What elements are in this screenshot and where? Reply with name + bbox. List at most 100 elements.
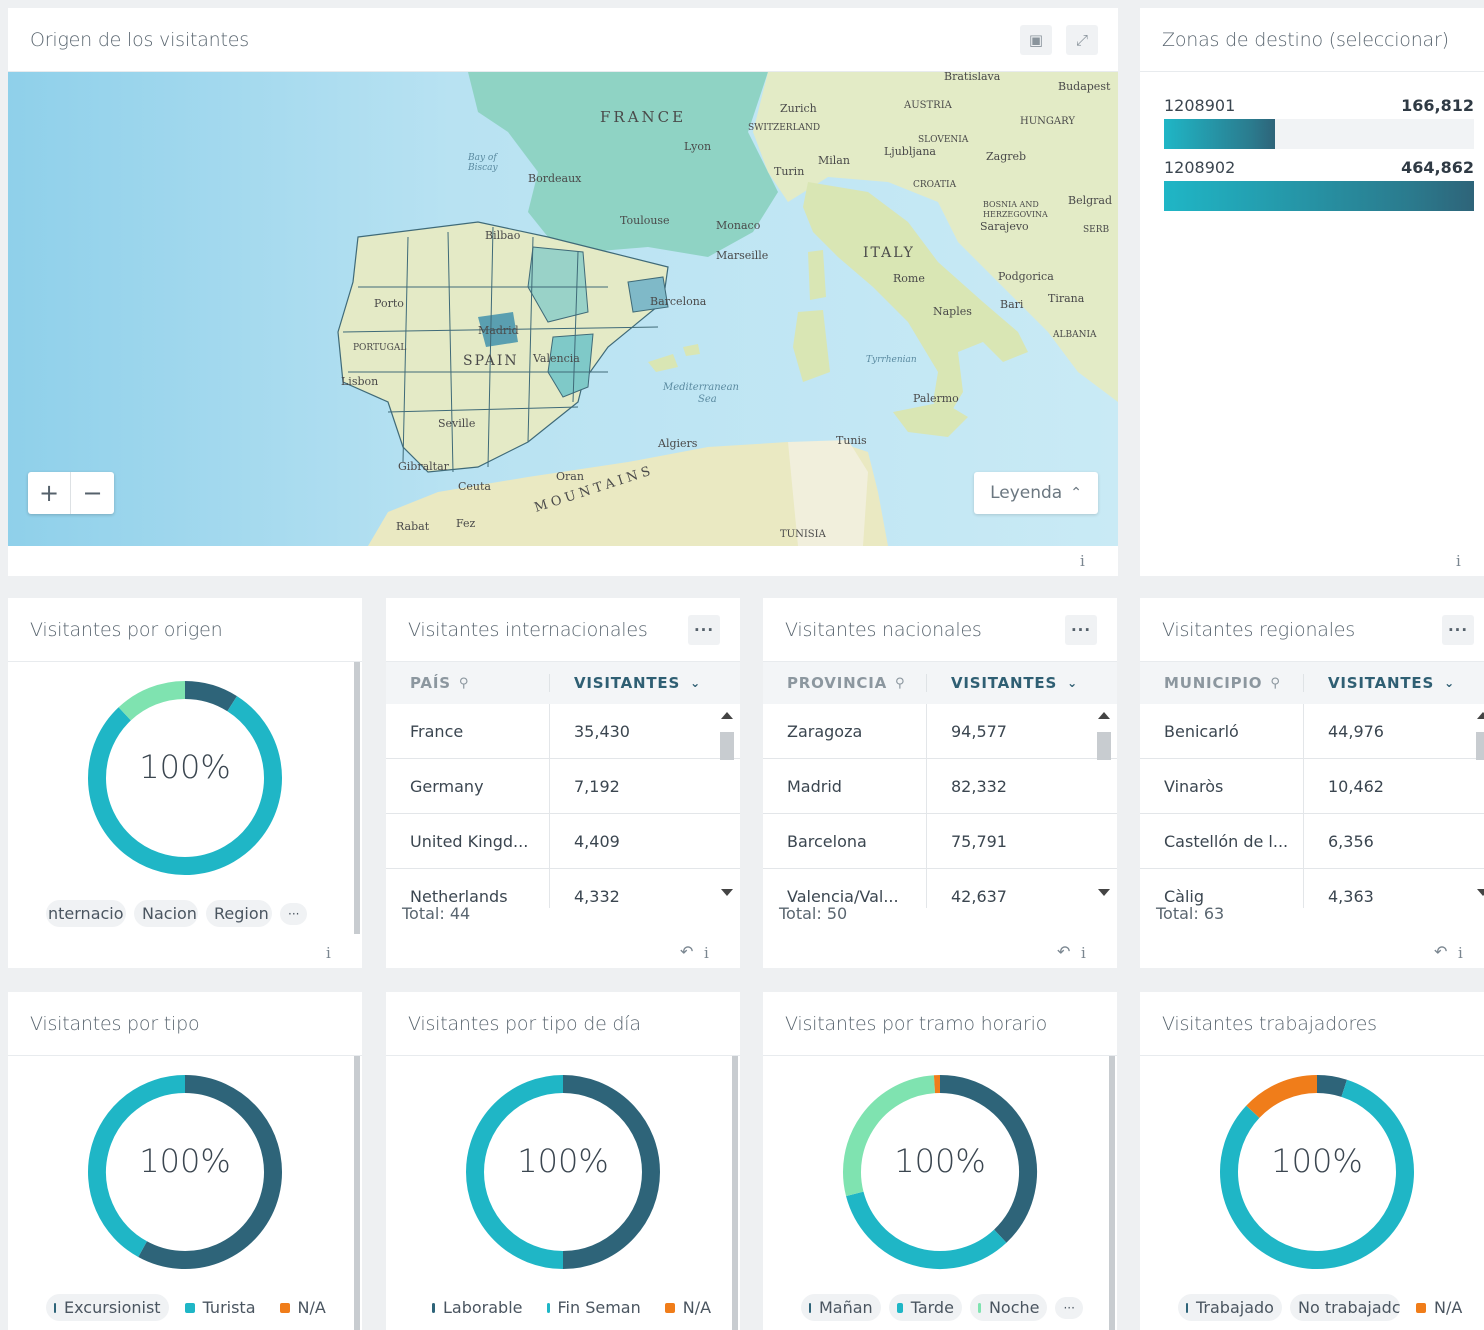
search-icon[interactable]: ⚲ — [459, 676, 469, 691]
table-row[interactable]: France 35,430 — [386, 704, 740, 759]
table-row[interactable]: Càlig 4,363 — [1140, 869, 1484, 908]
more-options-button[interactable]: ··· — [688, 615, 720, 645]
undo-icon[interactable]: ↶ — [680, 942, 693, 961]
label-switzerland: SWITZERLAND — [748, 123, 820, 133]
more-options-button[interactable]: ··· — [1442, 615, 1474, 645]
cell-country: United Kingd... — [386, 814, 550, 868]
scroll-down-arrow[interactable] — [1098, 889, 1110, 896]
legend-item[interactable]: Tarde — [888, 1294, 962, 1321]
label-france: FRANCE — [600, 108, 686, 126]
legend-item[interactable]: Excursionist — [46, 1294, 169, 1321]
international-card-title: Visitantes internacionales — [408, 618, 648, 641]
column-header-country[interactable]: PAÍS ⚲ — [386, 674, 550, 692]
origin-card: Visitantes por origen 100% nternacio Nac… — [8, 598, 362, 968]
label-ceuta: Ceuta — [458, 480, 491, 493]
table-row[interactable]: Germany 7,192 — [386, 759, 740, 814]
legend-item[interactable]: Turista — [177, 1294, 264, 1321]
zoom-out-button[interactable]: − — [71, 472, 114, 514]
legend-item[interactable]: Noche — [969, 1294, 1048, 1321]
legend-item[interactable]: Trabajado — [1178, 1294, 1282, 1321]
scroll-up-arrow[interactable] — [1477, 712, 1484, 719]
legend-item-label: Trabajado — [1196, 1298, 1274, 1317]
zoom-in-button[interactable]: + — [28, 472, 71, 514]
table-row[interactable]: Madrid 82,332 — [763, 759, 1117, 814]
table-row[interactable]: Netherlands 4,332 — [386, 869, 740, 908]
sort-icon[interactable]: ⌄ — [690, 676, 701, 690]
sort-icon[interactable]: ⌄ — [1444, 676, 1455, 690]
search-icon[interactable]: ⚲ — [1270, 676, 1280, 691]
legend-item[interactable]: No trabajadc — [1289, 1294, 1400, 1321]
expand-icon[interactable]: ⤢ — [1066, 25, 1098, 55]
legend-item[interactable]: Fin Seman — [539, 1294, 649, 1321]
legend-item[interactable]: N/A — [657, 1294, 719, 1321]
scroll-down-arrow[interactable] — [721, 889, 733, 896]
scroll-up-arrow[interactable] — [721, 712, 733, 719]
zones-card-header: Zonas de destino (seleccionar) — [1140, 8, 1484, 72]
scroll-thumb[interactable] — [720, 732, 734, 760]
table-row[interactable]: United Kingd... 4,409 — [386, 814, 740, 869]
undo-icon[interactable]: ↶ — [1434, 942, 1447, 961]
legend-item[interactable]: nternacio — [46, 900, 126, 927]
scrollbar[interactable] — [354, 1056, 360, 1330]
info-icon[interactable]: i — [326, 944, 331, 962]
donut-segment[interactable] — [846, 1191, 1007, 1269]
donut-segment[interactable] — [1316, 1075, 1347, 1097]
table-scrollbar[interactable] — [1095, 708, 1113, 904]
legend-more-button[interactable]: ··· — [1055, 1296, 1083, 1319]
column-header-municipality[interactable]: MUNICIPIO ⚲ — [1140, 674, 1304, 692]
search-icon[interactable]: ⚲ — [895, 676, 905, 691]
info-icon[interactable]: i — [1081, 944, 1086, 962]
info-icon[interactable]: i — [1080, 552, 1085, 570]
data-table: PAÍS ⚲ VISITANTES ⌄ France 35,430 Germany 7,… — [386, 662, 740, 908]
table-row[interactable]: Valencia/Val... 42,637 — [763, 869, 1117, 908]
legend-item-label: No trabajadc — [1297, 1298, 1400, 1317]
column-header-visitors[interactable]: VISITANTES ⌄ — [927, 674, 1078, 692]
label-tunisia: TUNISIA — [780, 529, 827, 540]
donut-segment[interactable] — [184, 681, 237, 712]
donut-segment[interactable] — [118, 681, 186, 721]
donut-segment[interactable] — [1246, 1075, 1318, 1119]
legend-item[interactable]: N/A — [272, 1294, 334, 1321]
legend-item[interactable]: Laborable — [424, 1294, 531, 1321]
label-serbia: SERB — [1083, 225, 1110, 235]
timeslot-card-header: Visitantes por tramo horario — [763, 992, 1117, 1056]
label-rome: Rome — [893, 272, 925, 285]
table-row[interactable]: Vinaròs 10,462 — [1140, 759, 1484, 814]
table-scrollbar[interactable] — [1474, 708, 1484, 904]
legend-item[interactable]: Mañan — [801, 1294, 881, 1321]
map-view[interactable]: FRANCE SPAIN ITALY PORTUGAL AUSTRIA HUNG… — [8, 72, 1118, 546]
legend-item[interactable]: N/A — [1408, 1294, 1470, 1321]
column-header-visitors[interactable]: VISITANTES ⌄ — [550, 674, 701, 692]
image-export-icon[interactable]: ▣ — [1020, 25, 1052, 55]
legend-button[interactable]: Leyenda ⌃ — [974, 472, 1098, 514]
scrollbar[interactable] — [732, 1056, 738, 1330]
zone-row[interactable]: 1208901 166,812 — [1164, 96, 1474, 149]
column-header-visitors[interactable]: VISITANTES ⌄ — [1304, 674, 1455, 692]
label-albania: ALBANIA — [1052, 330, 1097, 340]
legend-item[interactable]: Region — [206, 900, 272, 927]
table-row[interactable]: Zaragoza 94,577 — [763, 704, 1117, 759]
info-icon[interactable]: i — [704, 944, 709, 962]
table-row[interactable]: Benicarló 44,976 — [1140, 704, 1484, 759]
info-icon[interactable]: i — [1456, 552, 1461, 570]
zone-row[interactable]: 1208902 464,862 — [1164, 158, 1474, 211]
scrollbar[interactable] — [1109, 1056, 1115, 1330]
scrollbar[interactable] — [354, 662, 360, 934]
scroll-thumb[interactable] — [1097, 732, 1111, 760]
scroll-thumb[interactable] — [1476, 732, 1484, 760]
undo-icon[interactable]: ↶ — [1057, 942, 1070, 961]
legend-more-button[interactable]: ··· — [280, 902, 308, 925]
cell-province: Barcelona — [763, 814, 927, 868]
column-header-province[interactable]: PROVINCIA ⚲ — [763, 674, 927, 692]
legend-item[interactable]: Nacion — [134, 900, 198, 927]
scroll-up-arrow[interactable] — [1098, 712, 1110, 719]
table-scrollbar[interactable] — [718, 708, 736, 904]
legend-swatch — [1186, 1302, 1188, 1313]
more-options-button[interactable]: ··· — [1065, 615, 1097, 645]
table-row[interactable]: Barcelona 75,791 — [763, 814, 1117, 869]
info-icon[interactable]: i — [1458, 944, 1463, 962]
table-row[interactable]: Castellón de l... 6,356 — [1140, 814, 1484, 869]
scroll-down-arrow[interactable] — [1477, 889, 1484, 896]
sort-icon[interactable]: ⌄ — [1067, 676, 1078, 690]
map-canvas[interactable]: FRANCE SPAIN ITALY PORTUGAL AUSTRIA HUNG… — [8, 72, 1118, 546]
